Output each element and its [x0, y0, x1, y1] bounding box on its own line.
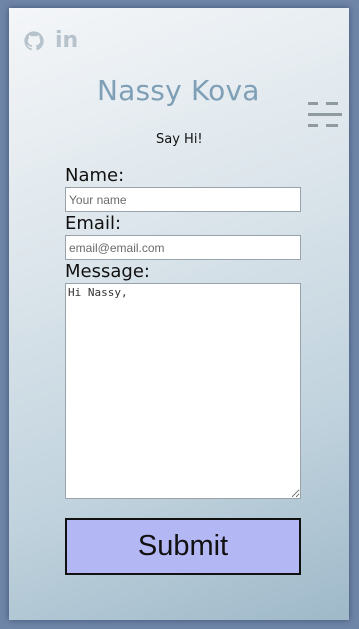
contact-card: in Nassy Kova Say Hi! Name: Email: Messa… — [9, 8, 349, 620]
name-input[interactable] — [65, 187, 301, 212]
message-label: Message: — [65, 261, 150, 282]
linkedin-icon[interactable]: in — [55, 30, 78, 52]
submit-button[interactable]: Submit — [65, 518, 301, 575]
intro-text: Say Hi! — [156, 132, 203, 147]
brand-title[interactable]: Nassy Kova — [97, 74, 297, 107]
social-links: in — [23, 30, 78, 52]
contact-form: Name: Email: Message: Hi Nassy, — [65, 165, 301, 499]
message-textarea[interactable]: Hi Nassy, — [65, 283, 301, 499]
github-icon[interactable] — [23, 30, 45, 52]
email-label: Email: — [65, 213, 122, 234]
email-input[interactable] — [65, 235, 301, 260]
hamburger-menu-icon[interactable] — [304, 100, 346, 144]
name-label: Name: — [65, 165, 125, 186]
